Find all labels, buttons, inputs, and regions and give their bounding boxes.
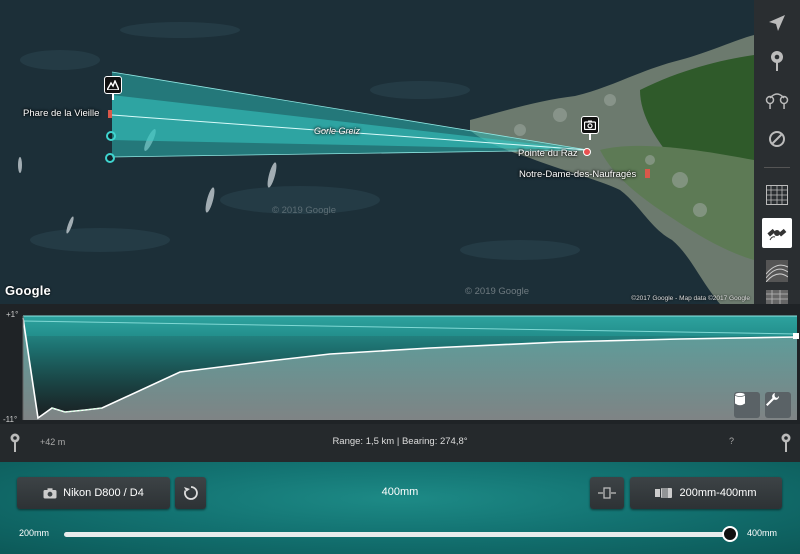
camera-icon — [584, 120, 596, 130]
toolbar-divider — [764, 167, 790, 168]
chapel-marker-icon — [645, 169, 650, 178]
profile-settings-button[interactable] — [765, 392, 791, 418]
double-pin-button[interactable] — [762, 84, 792, 114]
grid-layer-icon — [766, 185, 788, 205]
double-pin-icon — [765, 93, 789, 109]
satellite-map[interactable]: Phare de la Vieille Gorle Greiz Pointe d… — [0, 0, 754, 304]
range-bearing-readout: Range: 1,5 km | Bearing: 274,8° — [332, 436, 468, 447]
camera-pin[interactable] — [581, 116, 599, 140]
map-layer-icon — [766, 290, 788, 304]
pin-icon — [771, 51, 783, 71]
terrain-layer-button[interactable] — [762, 256, 792, 286]
pin-button[interactable] — [762, 46, 792, 76]
slider-min-label: 200mm — [19, 528, 50, 538]
map-watermark-2: © 2019 Google — [272, 205, 337, 216]
map-imagery — [0, 0, 754, 304]
target-point-2[interactable] — [105, 153, 115, 163]
terrain-layer-icon — [766, 260, 788, 282]
label-pointe-du-raz: Pointe du Raz — [518, 148, 578, 159]
label-phare: Phare de la Vieille — [23, 108, 100, 119]
lens-select-button[interactable]: 200mm-400mm — [630, 477, 782, 509]
label-notre-dame: Notre-Dame-des-Naufragés — [519, 169, 637, 180]
satellite-layer-button[interactable] — [762, 218, 792, 248]
lighthouse-marker-icon — [108, 110, 112, 118]
target-point-1[interactable] — [106, 131, 116, 141]
navigate-button[interactable] — [762, 8, 792, 38]
block-button[interactable] — [762, 124, 792, 154]
elevation-profile[interactable]: +1° -11° — [0, 304, 800, 424]
block-icon — [769, 131, 785, 147]
mountain-icon — [107, 80, 119, 90]
lens-adapter-button[interactable] — [590, 477, 624, 509]
teleconverter-icon — [598, 487, 616, 499]
label-gorle-greiz: Gorle Greiz — [314, 126, 361, 136]
satellite-icon — [767, 228, 787, 241]
google-logo: Google — [5, 283, 51, 298]
map-layer-button[interactable] — [762, 290, 792, 304]
target-pin-icon — [781, 433, 791, 452]
cylinder-icon — [734, 392, 746, 406]
lens-icon — [655, 488, 673, 498]
app-root: Phare de la Vieille Gorle Greiz Pointe d… — [0, 0, 800, 554]
profile-y-max: +1° — [6, 310, 19, 319]
profile-y-min: -11° — [3, 415, 18, 424]
camera-controls: Nikon D800 / D4 400mm 200mm-400mm 200mm … — [0, 462, 800, 554]
slider-max-label: 400mm — [747, 528, 778, 538]
focal-length-slider[interactable] — [64, 532, 730, 537]
help-button[interactable]: ? — [729, 436, 734, 446]
subject-pin[interactable] — [104, 76, 122, 100]
grid-layer-button[interactable] — [762, 180, 792, 210]
profile-layer-button[interactable] — [734, 392, 760, 418]
map-attribution: ©2017 Google - Map data ©2017 Google — [631, 295, 750, 302]
pointe-du-raz-marker-icon — [583, 148, 591, 156]
info-bar: +42 m Range: 1,5 km | Bearing: 274,8° ? — [0, 424, 800, 462]
map-toolbar — [754, 0, 800, 304]
map-watermark: © 2019 Google — [465, 286, 530, 297]
wrench-icon — [766, 393, 779, 406]
profile-chart — [22, 315, 799, 420]
navigation-arrow-icon — [769, 15, 785, 31]
focal-length-slider-thumb[interactable] — [722, 526, 738, 542]
lens-label: 200mm-400mm — [679, 487, 757, 499]
